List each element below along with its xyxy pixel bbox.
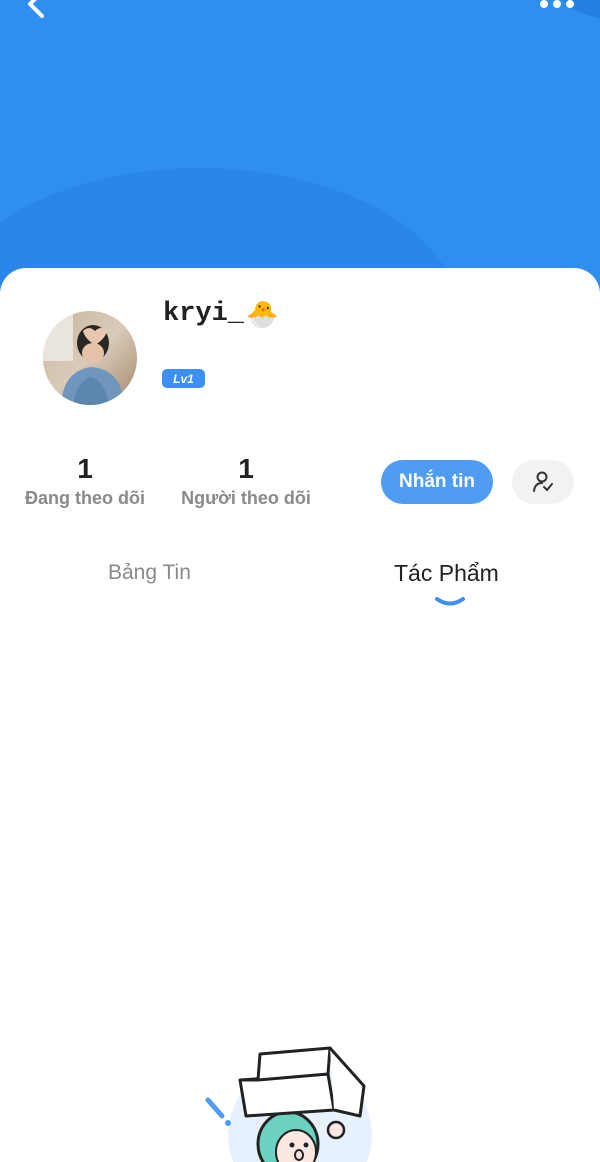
following-label: Đang theo dõi <box>25 488 145 508</box>
username: kryi_ 🐣 <box>163 296 278 332</box>
follow-button[interactable] <box>512 460 574 504</box>
back-icon[interactable] <box>18 0 58 22</box>
chick-emoji-icon: 🐣 <box>246 298 279 329</box>
avatar-photo <box>43 311 137 405</box>
level-badge: Lv1 <box>162 369 205 388</box>
followers-label: Người theo dõi <box>181 488 311 508</box>
follow-user-icon <box>533 471 553 492</box>
message-button[interactable]: Nhắn tin <box>381 460 493 504</box>
active-tab-indicator <box>435 597 465 606</box>
profile-header-background <box>0 0 600 300</box>
empty-state-illustration <box>205 1046 372 1162</box>
username-text: kryi_ <box>163 299 245 329</box>
followers-stat[interactable]: 1 Người theo dõi <box>181 452 311 509</box>
tab-feed[interactable]: Bảng Tin <box>108 561 191 585</box>
following-stat[interactable]: 1 Đang theo dõi <box>24 452 146 509</box>
followers-count: 1 <box>238 453 254 484</box>
more-icon[interactable] <box>534 0 584 14</box>
avatar[interactable] <box>43 311 137 405</box>
tab-works[interactable]: Tác Phẩm <box>394 560 499 587</box>
following-count: 1 <box>77 453 93 484</box>
